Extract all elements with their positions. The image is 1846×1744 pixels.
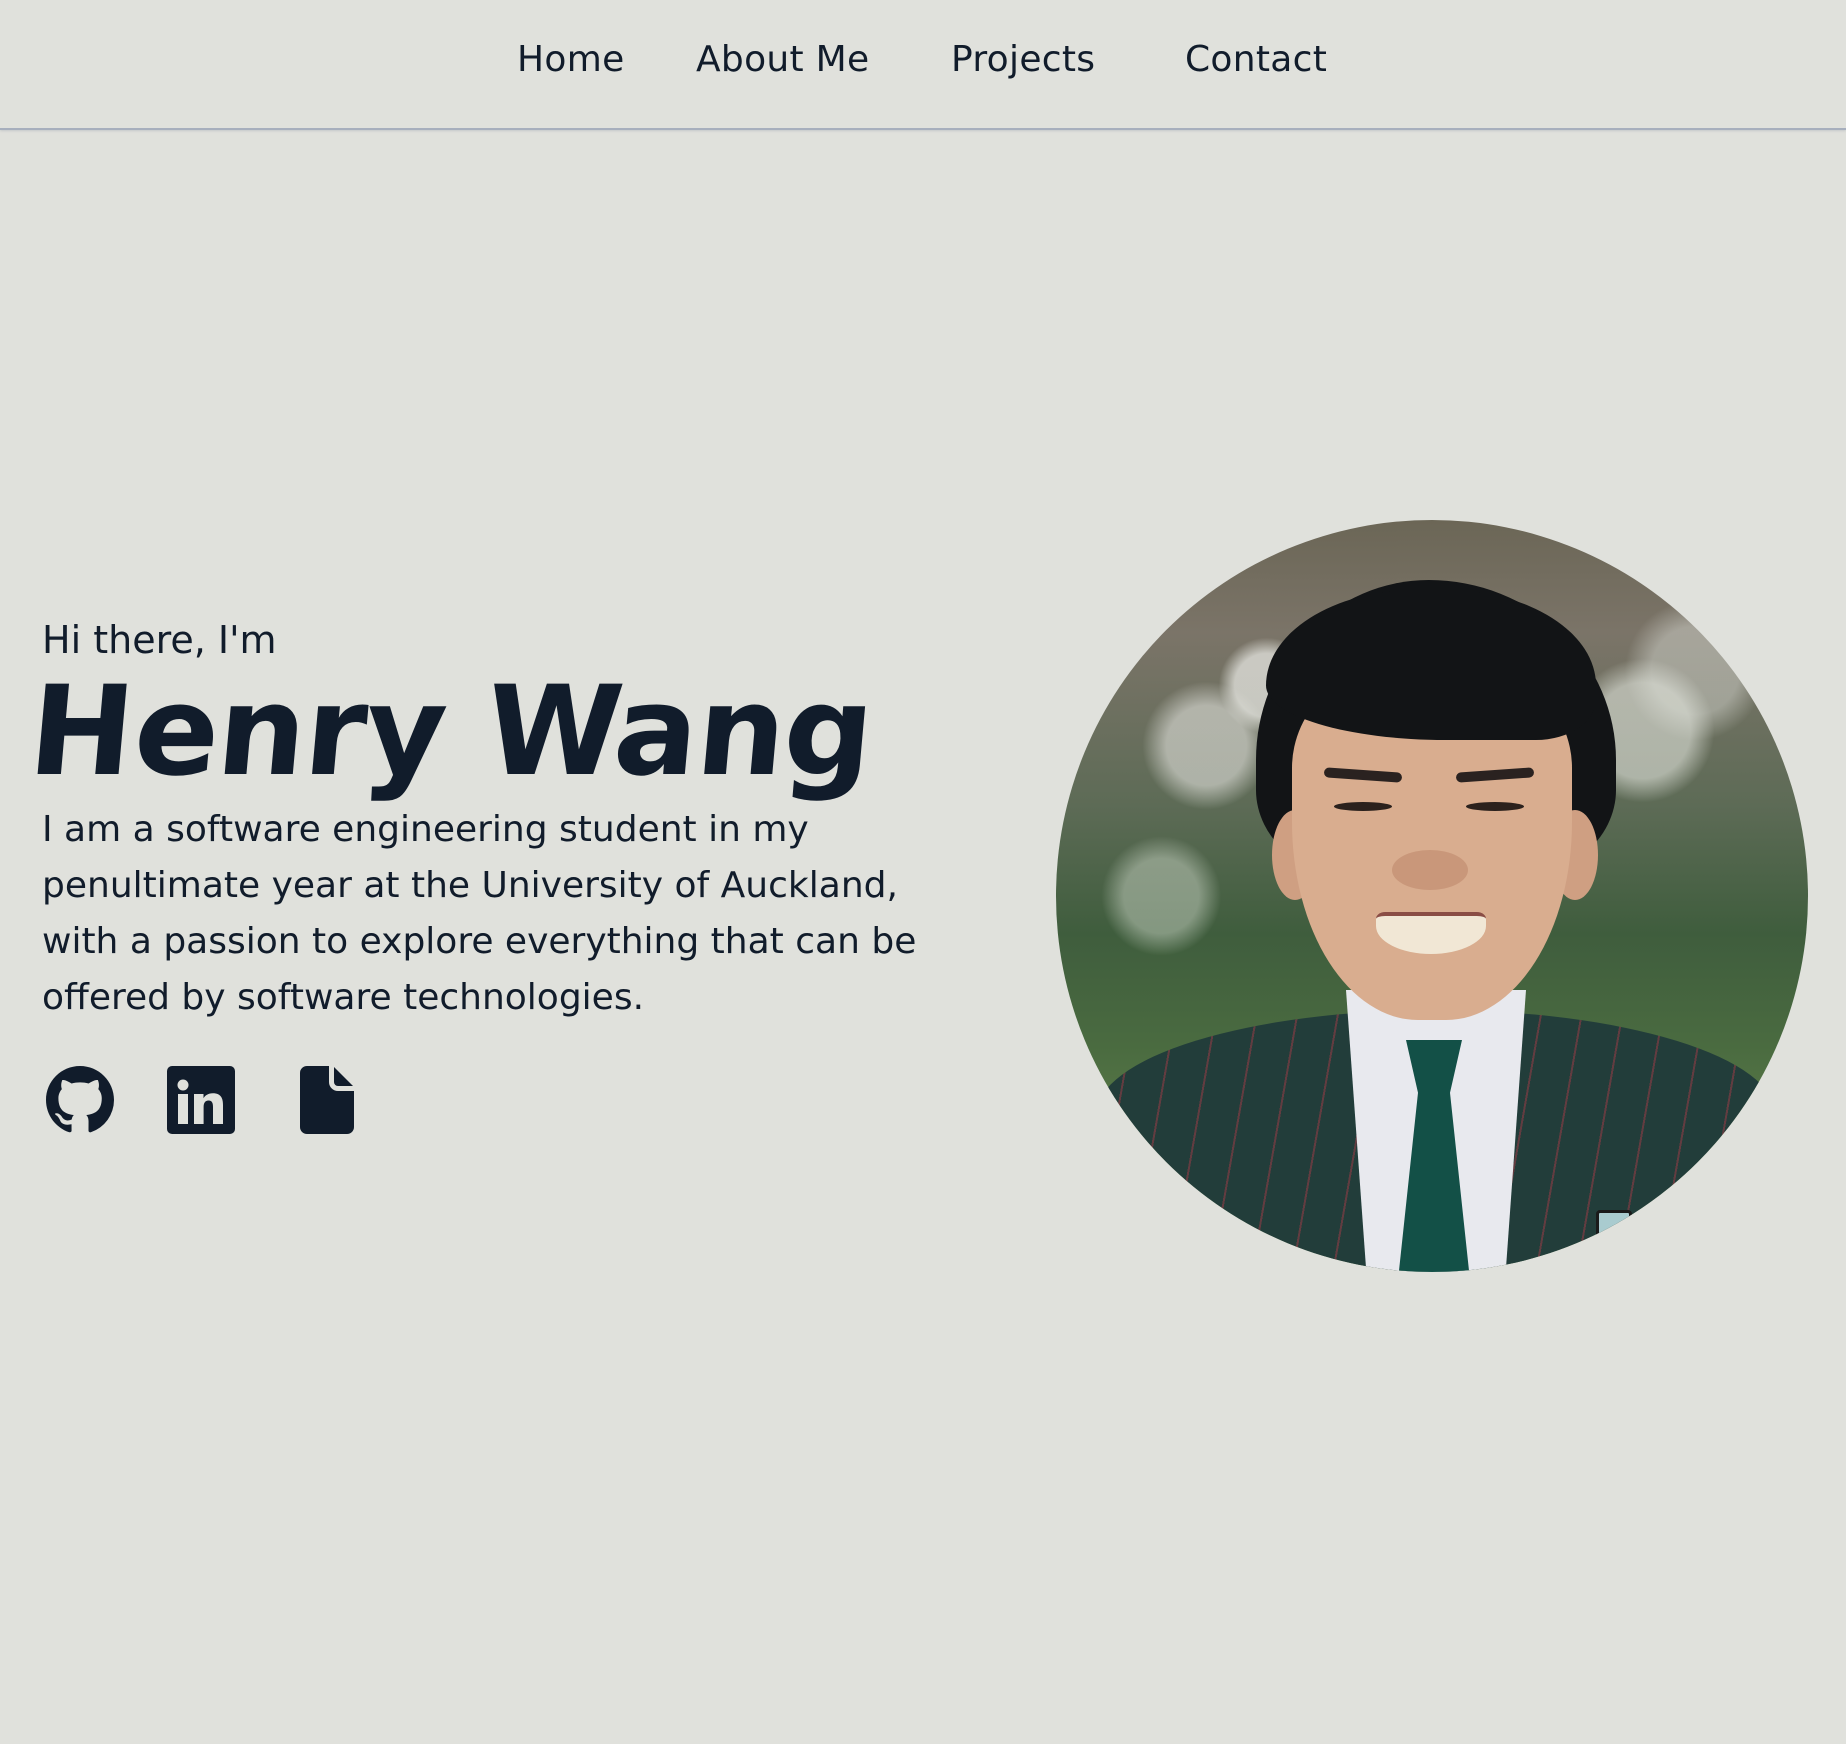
nav-projects-link[interactable]: Projects (951, 36, 1095, 84)
bio-paragraph: I am a software engineering student in m… (42, 802, 1002, 1026)
photo-eye (1466, 802, 1524, 811)
bio-line: offered by software technologies. (42, 977, 645, 1018)
nav-about-me-link[interactable]: About Me (696, 36, 870, 84)
photo-fringe (1266, 590, 1596, 740)
navbar: Home About Me Projects Contact (0, 0, 1846, 130)
nav-home-link[interactable]: Home (517, 36, 625, 84)
photo-nose (1392, 850, 1468, 890)
github-icon (46, 1066, 114, 1133)
file-icon (300, 1066, 354, 1134)
resume-link[interactable] (300, 1066, 354, 1134)
greeting-text: Hi there, I'm (42, 618, 277, 662)
github-link[interactable] (46, 1066, 114, 1134)
photo-badge (1596, 1210, 1632, 1264)
profile-photo (1056, 520, 1808, 1272)
bio-line: penultimate year at the University of Au… (42, 865, 898, 906)
linkedin-link[interactable] (167, 1066, 235, 1134)
name-heading: Henry Wang (23, 660, 879, 804)
bio-line: with a passion to explore everything tha… (42, 921, 917, 962)
linkedin-icon (167, 1066, 235, 1134)
bio-line: I am a software engineering student in m… (42, 809, 809, 850)
photo-eye (1334, 802, 1392, 811)
nav-contact-link[interactable]: Contact (1185, 36, 1327, 84)
